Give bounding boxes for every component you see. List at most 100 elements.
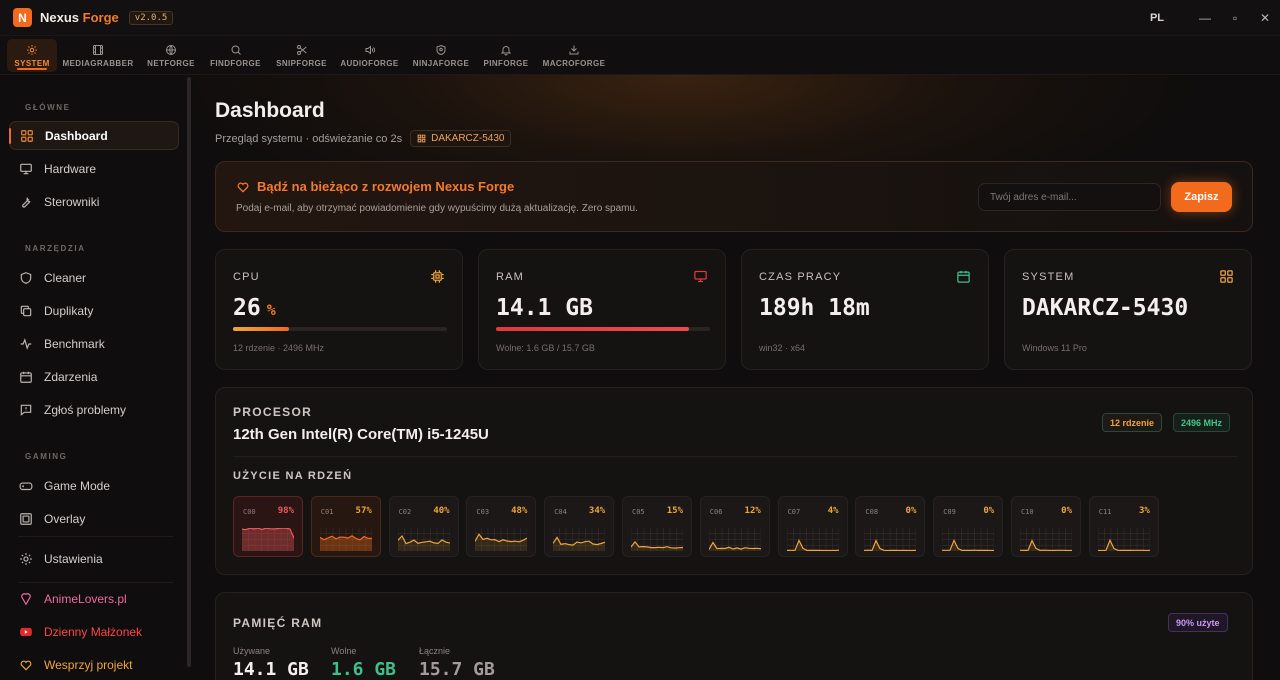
stat-value: DAKARCZ-5430 [1022, 295, 1189, 321]
sidebar-scrollbar[interactable] [187, 77, 191, 667]
tab-snipforge[interactable]: SNIPFORGE [273, 39, 330, 72]
core-percent: 0% [1061, 506, 1072, 516]
core-id: C04 [554, 508, 567, 516]
core-card: C02 40% [388, 496, 459, 557]
app-logo: N [13, 8, 32, 27]
core-percent: 15% [666, 506, 683, 516]
sidebar-item-benchmark[interactable]: Benchmark [9, 329, 179, 358]
layers-icon [20, 512, 32, 525]
core-card: C03 48% [466, 496, 537, 557]
tab-audioforge-label: AUDIOFORGE [340, 58, 399, 68]
refresh-info: Przegląd systemu · odświeżanie co 2s [215, 132, 403, 145]
core-id: C02 [398, 508, 412, 516]
ram-total-value: 15.7 GB [419, 659, 495, 680]
tab-ninjaforge[interactable]: NINJAFORGE [411, 39, 471, 72]
subscribe-button[interactable]: Zapisz [1171, 182, 1232, 212]
core-id: C08 [865, 508, 879, 516]
copy-icon [20, 305, 32, 316]
core-id: C11 [1098, 508, 1112, 516]
maximize-button[interactable]: ▫ [1220, 11, 1250, 25]
monitor-icon [694, 270, 707, 283]
section-label-main: GŁÓWNE [25, 103, 71, 112]
stat-footer: 12 rdzenie · 2496 MHz [233, 343, 325, 353]
tab-pinforge[interactable]: PINFORGE [481, 39, 531, 72]
cores-badge: 12 rdzenie [1102, 413, 1163, 432]
tab-system[interactable]: SYSTEM [7, 39, 57, 72]
cpu-percent: 26 [233, 295, 261, 321]
sidebar-divider [18, 582, 173, 583]
heart-icon [237, 182, 249, 193]
sidebar-item-label: Zgłoś problemy [44, 402, 127, 417]
sidebar-item-duplicates[interactable]: Duplikaty [9, 296, 179, 325]
tab-macroforge[interactable]: MACROFORGE [541, 39, 607, 72]
message-icon [20, 404, 32, 416]
core-sparkline [553, 528, 606, 551]
close-button[interactable]: ✕ [1250, 11, 1280, 25]
core-percent: 0% [905, 506, 917, 516]
tab-netforge[interactable]: NETFORGE [145, 39, 197, 72]
heart-pin-icon [21, 592, 31, 605]
page-subtitle: Przegląd systemu · odświeżanie co 2s DAK… [215, 130, 512, 147]
sidebar-item-drivers[interactable]: Sterowniki [9, 187, 179, 216]
sidebar-item-settings[interactable]: Ustawienia [9, 544, 179, 573]
app-name-primary: Nexus [40, 10, 80, 25]
sidebar-link-support[interactable]: Wesprzyj projekt [9, 650, 179, 679]
sidebar-item-dashboard[interactable]: Dashboard [9, 121, 179, 150]
film-icon [93, 44, 103, 55]
core-sparkline [708, 528, 761, 551]
core-sparkline [1020, 528, 1072, 551]
banner-description: Podaj e-mail, aby otrzymać powiadomienie… [236, 203, 638, 214]
divider [233, 456, 1237, 457]
core-id: C03 [476, 508, 490, 516]
sidebar-item-events[interactable]: Zdarzenia [9, 362, 179, 391]
sidebar-link-youtube[interactable]: Dzienny Małżonek [9, 617, 179, 646]
cpu-usage-fill [233, 327, 289, 331]
tab-ninjaforge-label: NINJAFORGE [412, 58, 470, 68]
page-title: Dashboard [215, 99, 325, 122]
core-percent: 98% [277, 506, 294, 516]
minimize-button[interactable]: — [1190, 11, 1220, 25]
stat-card-ram: RAM 14.1 GB Wolne: 1.6 GB / 15.7 GB [478, 249, 726, 370]
language-switch[interactable]: PL [1150, 12, 1164, 24]
newsletter-banner: Bądź na bieżąco z rozwojem Nexus Forge P… [215, 161, 1253, 232]
core-card: C05 15% [622, 496, 692, 557]
email-field[interactable] [978, 183, 1161, 211]
sidebar-item-label: Dashboard [45, 128, 108, 143]
core-sparkline [319, 528, 372, 551]
core-id: C09 [943, 508, 956, 516]
section-heading: PAMIĘĆ RAM [233, 616, 323, 630]
sidebar-item-overlay[interactable]: Overlay [9, 504, 179, 533]
core-card: C06 12% [699, 496, 770, 557]
sidebar-item-label: Overlay [44, 511, 86, 526]
core-id: C07 [787, 508, 801, 516]
bell-icon [500, 45, 512, 55]
core-card: C08 0% [855, 496, 926, 557]
core-id: C00 [243, 508, 256, 516]
sidebar-item-label: Zdarzenia [44, 369, 98, 384]
tab-mediagrabber[interactable]: MEDIAGRABBER [62, 39, 134, 72]
core-percent: 34% [588, 506, 606, 516]
heart-icon [20, 660, 32, 670]
stat-card-uptime: CZAS PRACY 189h 18m win32 · x64 [741, 249, 989, 370]
sidebar-item-game-mode[interactable]: Game Mode [9, 471, 179, 500]
cpu-icon [431, 270, 444, 283]
gamepad-icon [19, 482, 33, 490]
app-name: Nexus Forge [40, 10, 119, 25]
core-sparkline [942, 528, 995, 551]
sidebar-item-label: Sterowniki [44, 194, 100, 209]
sidebar-item-report[interactable]: Zgłoś problemy [9, 395, 179, 424]
sidebar-item-cleaner[interactable]: Cleaner [9, 263, 179, 292]
sidebar-item-hardware[interactable]: Hardware [9, 154, 179, 183]
ram-used-value: 14.1 GB [233, 659, 309, 680]
tab-audioforge[interactable]: AUDIOFORGE [338, 39, 401, 72]
sidebar-link-animelovers[interactable]: AnimeLovers.pl [9, 584, 179, 613]
stat-footer: Wolne: 1.6 GB / 15.7 GB [496, 343, 595, 353]
stat-card-system: SYSTEM DAKARCZ-5430 Windows 11 Pro [1004, 249, 1252, 370]
tab-findforge[interactable]: FINDFORGE [207, 39, 264, 72]
tab-mediagrabber-label: MEDIAGRABBER [62, 58, 134, 68]
sidebar-divider [18, 536, 173, 537]
section-label-gaming: GAMING [25, 452, 68, 461]
shield-icon [20, 271, 32, 284]
ram-used: Używane 14.1 GB [233, 646, 309, 680]
ram-usage-badge: 90% użyte [1168, 613, 1228, 632]
